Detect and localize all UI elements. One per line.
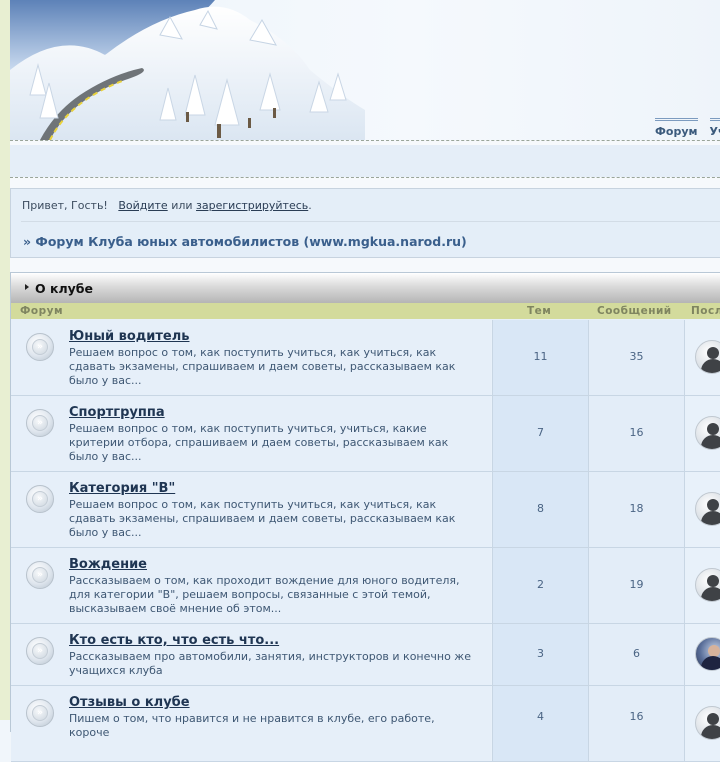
posts-count: 18 [629, 502, 644, 515]
forum-read-icon: » [26, 409, 54, 437]
forum-read-icon: » [26, 561, 54, 589]
forum-title-link[interactable]: Отзывы о клубе [69, 695, 190, 710]
forum-table: О клубе Форум Тем Сообщений Посл » Юный … [10, 272, 720, 762]
forum-read-icon: » [26, 699, 54, 727]
posts-count-cell: 35 [588, 320, 684, 395]
forum-row: » Категория "В" Решаем вопрос о том, как… [11, 472, 720, 548]
forum-title-link[interactable]: Кто есть кто, что есть что... [69, 633, 279, 648]
forum-info-cell: » Вождение Рассказываем о том, как прохо… [11, 548, 491, 623]
topics-count: 2 [537, 578, 544, 591]
user-avatar-icon[interactable] [695, 637, 720, 671]
column-posts: Сообщений [597, 305, 672, 317]
breadcrumb[interactable]: » Форум Клуба юных автомобилистов (www.m… [23, 234, 467, 249]
forum-row: » Кто есть кто, что есть что... Рассказы… [11, 624, 720, 686]
topics-count-cell: 8 [492, 472, 588, 547]
forum-title-link[interactable]: Категория "В" [69, 481, 175, 496]
user-avatar-icon[interactable] [695, 492, 720, 526]
winter-road-illustration [10, 0, 365, 140]
forum-row: » Юный водитель Решаем вопрос о том, как… [11, 320, 720, 396]
forum-title-link[interactable]: Юный водитель [69, 329, 190, 344]
user-avatar-icon[interactable] [695, 416, 720, 450]
last-post-cell [684, 320, 720, 395]
top-navigation: Форум Уч [655, 118, 720, 138]
header-banner: Форум Уч [10, 0, 720, 140]
topics-count-cell: 3 [492, 624, 588, 685]
forum-title-link[interactable]: Вождение [69, 557, 147, 572]
guest-greeting-line: Привет, Гость! Войдите или зарегистрируй… [22, 199, 312, 212]
user-avatar-icon[interactable] [695, 706, 720, 740]
or-text: или [171, 199, 193, 212]
collapse-arrow-icon[interactable] [25, 284, 29, 290]
forum-row: » Отзывы о клубе Пишем о том, что нравит… [11, 686, 720, 762]
category-title[interactable]: О клубе [35, 281, 93, 296]
forum-read-icon: » [26, 333, 54, 361]
column-headers: Форум Тем Сообщений Посл [11, 303, 720, 319]
user-avatar-icon[interactable] [695, 340, 720, 374]
topics-count: 11 [533, 350, 548, 363]
forum-row: » Спортгруппа Решаем вопрос о том, как п… [11, 396, 720, 472]
posts-count: 19 [629, 578, 644, 591]
posts-count-cell: 19 [588, 548, 684, 623]
forum-description: Решаем вопрос о том, как поступить учить… [69, 346, 456, 387]
topics-count-cell: 2 [492, 548, 588, 623]
forum-description: Решаем вопрос о том, как поступить учить… [69, 422, 449, 463]
last-post-cell [684, 472, 720, 547]
posts-count: 35 [629, 350, 644, 363]
user-avatar-icon[interactable] [695, 568, 720, 602]
forum-info-cell: » Кто есть кто, что есть что... Рассказы… [11, 624, 491, 685]
posts-count-cell: 16 [588, 396, 684, 471]
forum-info-cell: » Отзывы о клубе Пишем о том, что нравит… [11, 686, 491, 761]
posts-count: 6 [633, 647, 640, 660]
last-post-cell [684, 396, 720, 471]
topics-count-cell: 11 [492, 320, 588, 395]
topics-count-cell: 4 [492, 686, 588, 761]
column-forum: Форум [20, 305, 64, 317]
welcome-panel: Привет, Гость! Войдите или зарегистрируй… [10, 188, 720, 258]
last-post-cell [684, 686, 720, 761]
topics-count: 8 [537, 502, 544, 515]
posts-count: 16 [629, 710, 644, 723]
greeting-text: Привет, Гость! [22, 199, 108, 212]
forum-description: Рассказываем про автомобили, занятия, ин… [69, 650, 471, 677]
header-divider [10, 140, 720, 141]
topics-count: 3 [537, 647, 544, 660]
nav-forum[interactable]: Форум [655, 118, 698, 138]
nav-users[interactable]: Уч [709, 118, 720, 138]
posts-count-cell: 6 [588, 624, 684, 685]
forum-row: » Вождение Рассказываем о том, как прохо… [11, 548, 720, 624]
forum-description: Пишем о том, что нравится и не нравится … [69, 712, 435, 739]
forum-info-cell: » Юный водитель Решаем вопрос о том, как… [11, 320, 491, 395]
posts-count-cell: 18 [588, 472, 684, 547]
forum-info-cell: » Спортгруппа Решаем вопрос о том, как п… [11, 396, 491, 471]
topics-count: 4 [537, 710, 544, 723]
column-last-post: Посл [691, 305, 720, 317]
header-subbar [10, 145, 720, 177]
topics-count-cell: 7 [492, 396, 588, 471]
category-header[interactable]: О клубе [11, 273, 720, 303]
forum-info-cell: » Категория "В" Решаем вопрос о том, как… [11, 472, 491, 547]
register-link[interactable]: зарегистрируйтесь [196, 199, 308, 212]
last-post-cell [684, 624, 720, 685]
topics-count: 7 [537, 426, 544, 439]
forum-read-icon: » [26, 485, 54, 513]
posts-count: 16 [629, 426, 644, 439]
forum-title-link[interactable]: Спортгруппа [69, 405, 165, 420]
welcome-separator [21, 221, 720, 222]
login-link[interactable]: Войдите [118, 199, 167, 212]
column-topics: Тем [527, 305, 552, 317]
forum-description: Решаем вопрос о том, как поступить учить… [69, 498, 456, 539]
forum-read-icon: » [26, 637, 54, 665]
posts-count-cell: 16 [588, 686, 684, 761]
forum-description: Рассказываем о том, как проходит вождени… [69, 574, 460, 615]
subbar-divider [10, 177, 720, 178]
last-post-cell [684, 548, 720, 623]
